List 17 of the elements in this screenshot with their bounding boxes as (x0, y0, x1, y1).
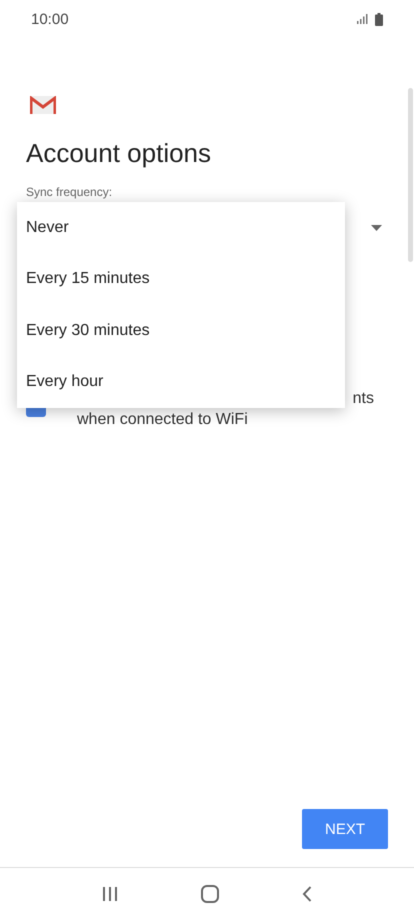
next-button[interactable]: NEXT (302, 809, 388, 849)
dropdown-arrow-icon (371, 225, 382, 231)
menu-item[interactable]: Every 30 minutes (17, 305, 345, 356)
page-title: Account options (26, 138, 212, 169)
home-icon[interactable] (200, 885, 219, 903)
menu-item[interactable]: Every 15 minutes (17, 254, 345, 305)
battery-icon (375, 12, 383, 26)
recent-apps-icon[interactable] (102, 886, 118, 902)
signal-icon (357, 14, 368, 24)
option-text: when connected to WiFi (77, 410, 249, 430)
sync-label: Sync frequency: (26, 185, 114, 199)
mail-icon (30, 96, 56, 114)
menu-item[interactable]: Never (17, 202, 345, 254)
status-time: 10:00 (31, 10, 69, 28)
menu-item[interactable]: Every hour (17, 356, 345, 408)
option-text: nts (352, 389, 375, 409)
back-icon[interactable] (302, 886, 312, 902)
